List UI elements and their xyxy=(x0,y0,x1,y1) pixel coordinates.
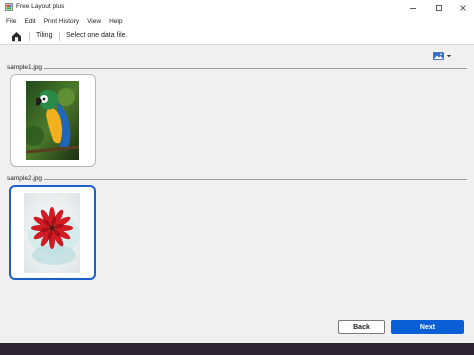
menu-edit[interactable]: Edit xyxy=(24,18,35,25)
maximize-icon xyxy=(436,4,442,11)
file-group-label: sample2.jpg xyxy=(7,175,43,182)
close-button[interactable] xyxy=(452,0,474,15)
app-logo-icon xyxy=(5,3,13,11)
taskbar xyxy=(0,343,474,355)
chevron-down-icon xyxy=(446,55,452,58)
file-group-label: sample1.jpg xyxy=(7,64,43,71)
group-divider xyxy=(44,179,467,180)
menu-bar: File Edit Print History View Help xyxy=(0,15,474,28)
minimize-icon xyxy=(410,7,416,9)
file-thumbnail-sample1[interactable] xyxy=(10,74,96,167)
breadcrumb: Tiling Select one data file. xyxy=(0,28,474,45)
toolbar-divider xyxy=(29,32,30,41)
home-icon xyxy=(12,32,21,42)
mode-label: Tiling xyxy=(36,32,53,39)
menu-file[interactable]: File xyxy=(6,18,16,25)
group-divider xyxy=(44,68,467,69)
close-icon xyxy=(460,4,466,11)
app-window: Free Layout plus File Edit Print History… xyxy=(0,0,474,343)
parrot-photo xyxy=(26,81,79,160)
menu-view[interactable]: View xyxy=(87,18,101,25)
maximize-button[interactable] xyxy=(428,0,450,15)
view-mode-dropdown[interactable] xyxy=(433,51,453,61)
window-title: Free Layout plus xyxy=(16,3,65,10)
menu-help[interactable]: Help xyxy=(109,18,122,25)
home-button[interactable] xyxy=(10,30,23,43)
toolbar-divider xyxy=(59,32,60,41)
next-button[interactable]: Next xyxy=(391,320,464,334)
menu-print-history[interactable]: Print History xyxy=(44,18,79,25)
red-flower-photo xyxy=(24,193,80,273)
image-view-icon xyxy=(433,52,444,60)
title-bar: Free Layout plus xyxy=(0,0,474,15)
file-thumbnail-sample2[interactable] xyxy=(9,185,96,280)
back-button[interactable]: Back xyxy=(338,320,385,334)
instruction-text: Select one data file. xyxy=(66,32,128,39)
minimize-button[interactable] xyxy=(402,0,424,15)
